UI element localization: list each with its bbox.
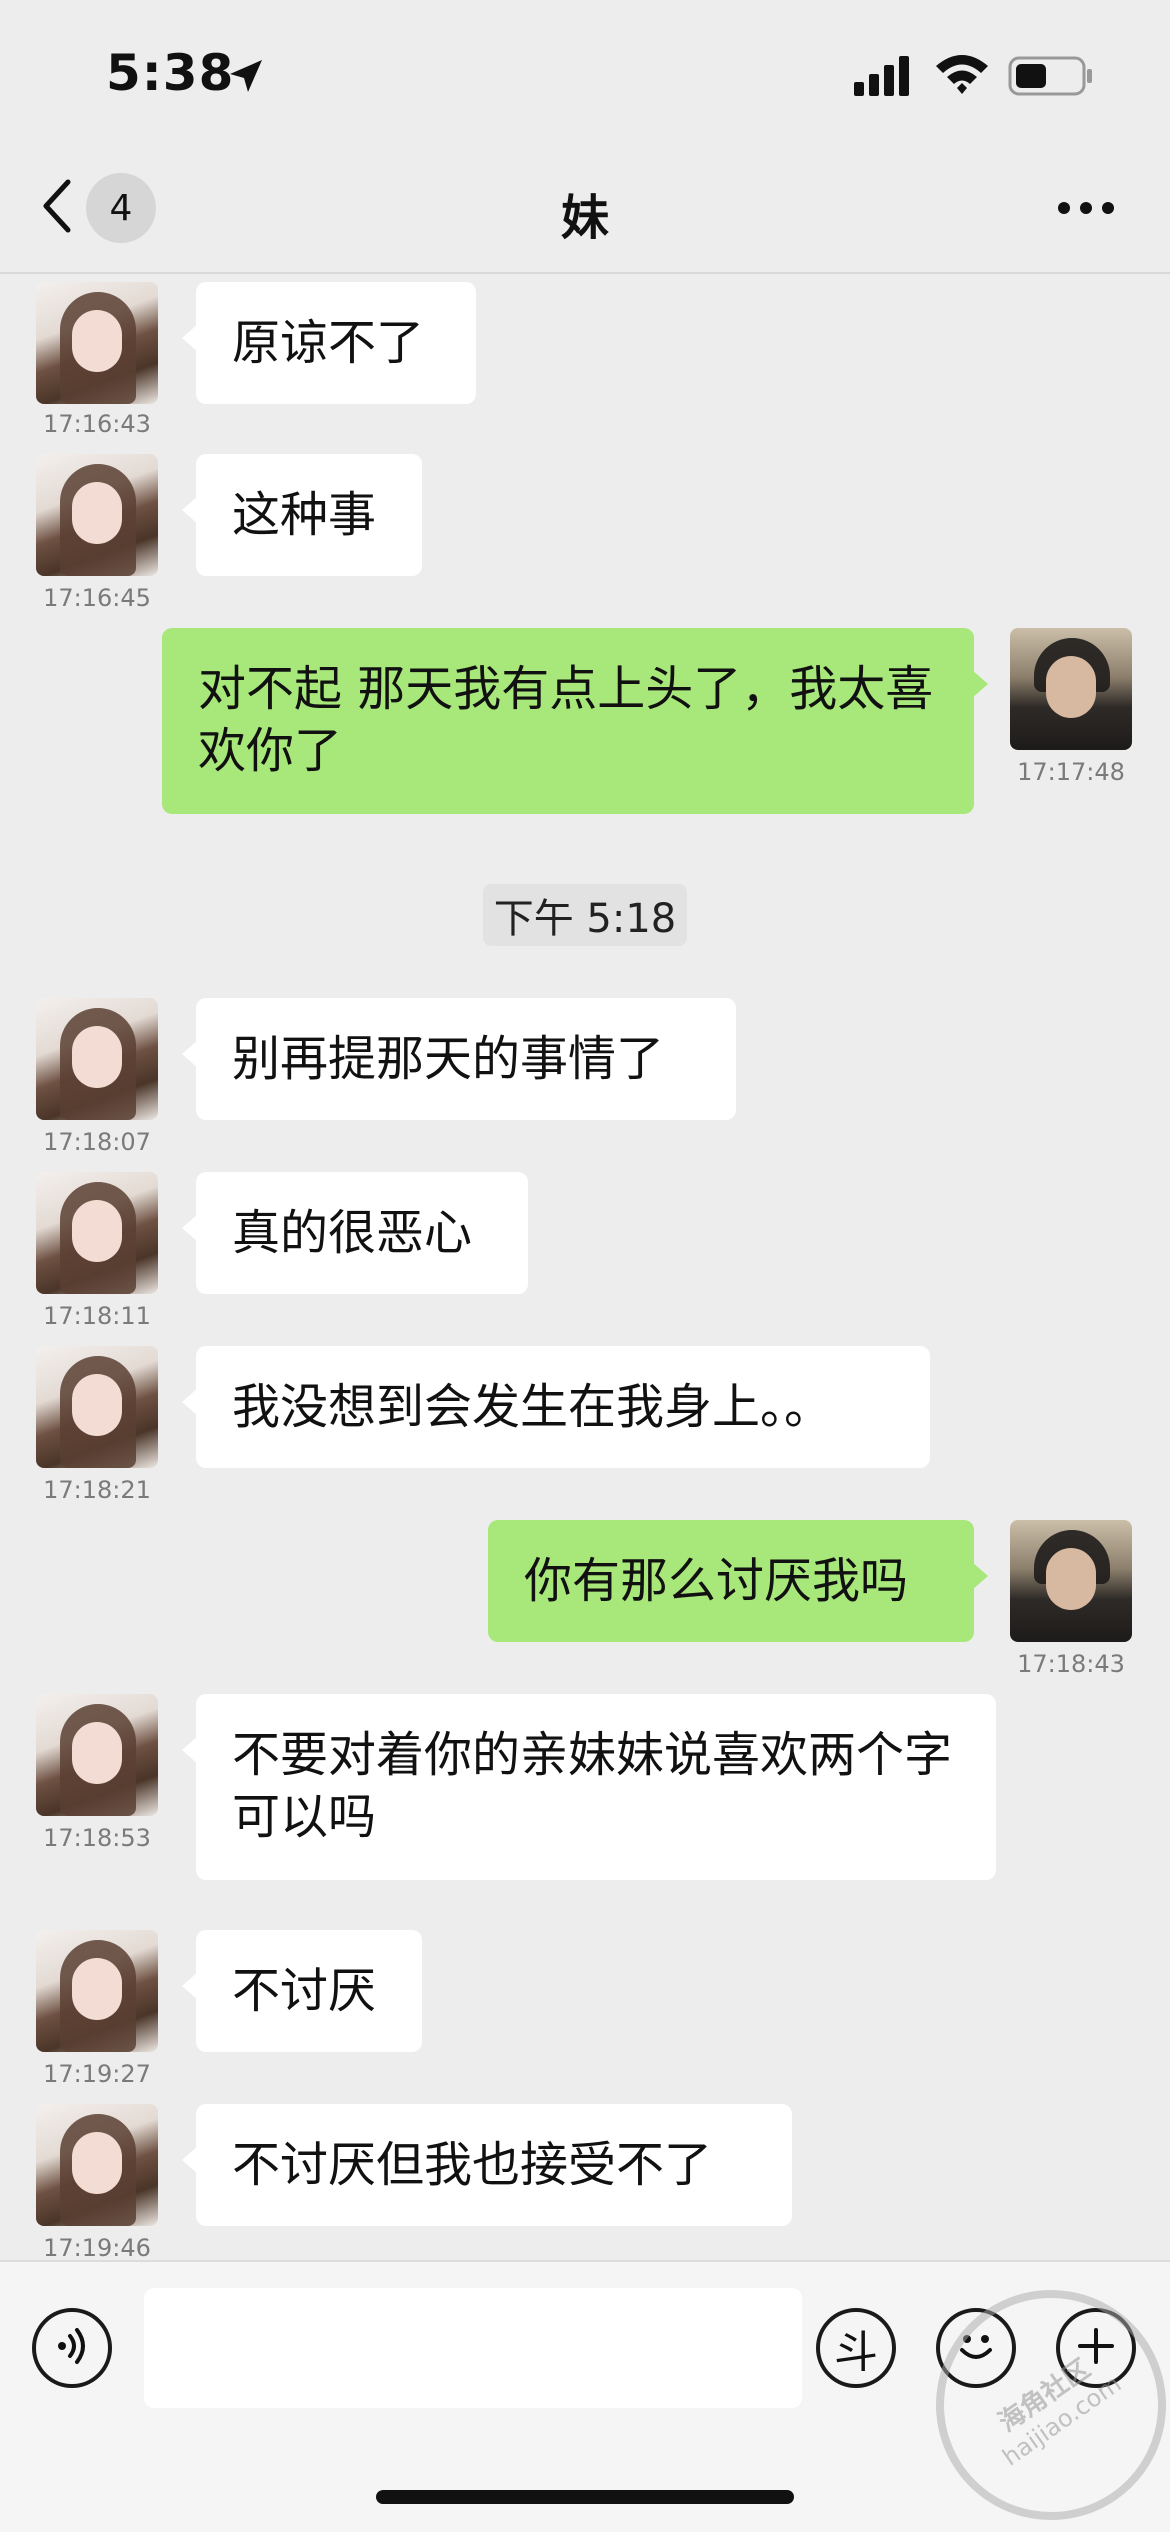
sticker-label: 斗 [834, 2327, 878, 2378]
voice-input-button[interactable] [32, 2308, 112, 2388]
message-timestamp: 17:17:48 [1017, 758, 1125, 786]
message-timestamp: 17:16:43 [43, 410, 151, 438]
incoming-message-bubble[interactable]: 不讨厌 [182, 1930, 422, 2052]
time-divider: 下午 5:18 [483, 884, 687, 946]
message-input[interactable] [144, 2288, 802, 2408]
incoming-message-bubble[interactable]: 不要对着你的亲妹妹说喜欢两个字可以吗 [182, 1694, 996, 1880]
outgoing-message-bubble[interactable]: 你有那么讨厌我吗 [488, 1520, 988, 1642]
contact-avatar[interactable] [36, 454, 158, 576]
contact-avatar[interactable] [36, 1172, 158, 1294]
my-avatar[interactable] [1010, 1520, 1132, 1642]
message-timestamp: 17:19:27 [43, 2060, 151, 2088]
smiley-face-icon [948, 2318, 1004, 2378]
emoji-button[interactable] [936, 2308, 1016, 2388]
message-timestamp: 17:18:11 [43, 1302, 151, 1330]
incoming-message-bubble[interactable]: 真的很恶心 [182, 1172, 528, 1294]
incoming-message-bubble[interactable]: 原谅不了 [182, 282, 476, 404]
message-timestamp: 17:16:45 [43, 584, 151, 612]
contact-avatar[interactable] [36, 1930, 158, 2052]
my-avatar[interactable] [1010, 628, 1132, 750]
chat-title: 妹 [560, 190, 609, 246]
chat-screen: 5:38 4 妹 原谅不了 17:16:43 这种事 17:16:45 对不起 … [0, 0, 1170, 2532]
incoming-message-bubble[interactable]: 我没想到会发生在我身上。。 [182, 1346, 930, 1468]
location-arrow-icon [226, 56, 266, 100]
status-time: 5:38 [106, 44, 235, 102]
battery-icon [1008, 56, 1094, 100]
message-timestamp: 17:19:46 [43, 2234, 151, 2262]
status-bar: 5:38 [0, 0, 1170, 150]
contact-avatar[interactable] [36, 282, 158, 404]
plus-icon [1074, 2324, 1118, 2372]
outgoing-message-bubble[interactable]: 对不起 那天我有点上头了，我太喜欢你了 [162, 628, 988, 814]
contact-avatar[interactable] [36, 998, 158, 1120]
contact-avatar[interactable] [36, 1694, 158, 1816]
contact-avatar[interactable] [36, 2104, 158, 2226]
message-timestamp: 17:18:21 [43, 1476, 151, 1504]
message-timestamp: 17:18:53 [43, 1824, 151, 1852]
home-indicator [376, 2490, 794, 2504]
wifi-icon [934, 50, 990, 100]
message-timestamp: 17:18:07 [43, 1128, 151, 1156]
nav-bar: 4 妹 [0, 150, 1170, 274]
more-options-icon[interactable] [1056, 200, 1116, 220]
more-functions-button[interactable] [1056, 2308, 1136, 2388]
cellular-signal-icon [854, 56, 912, 100]
contact-avatar[interactable] [36, 1346, 158, 1468]
incoming-message-bubble[interactable]: 别再提那天的事情了 [182, 998, 736, 1120]
incoming-message-bubble[interactable]: 不讨厌但我也接受不了 [182, 2104, 792, 2226]
incoming-message-bubble[interactable]: 这种事 [182, 454, 422, 576]
voice-wave-icon [50, 2324, 94, 2372]
sticker-button[interactable]: 斗 [816, 2308, 896, 2388]
message-timestamp: 17:18:43 [1017, 1650, 1125, 1678]
